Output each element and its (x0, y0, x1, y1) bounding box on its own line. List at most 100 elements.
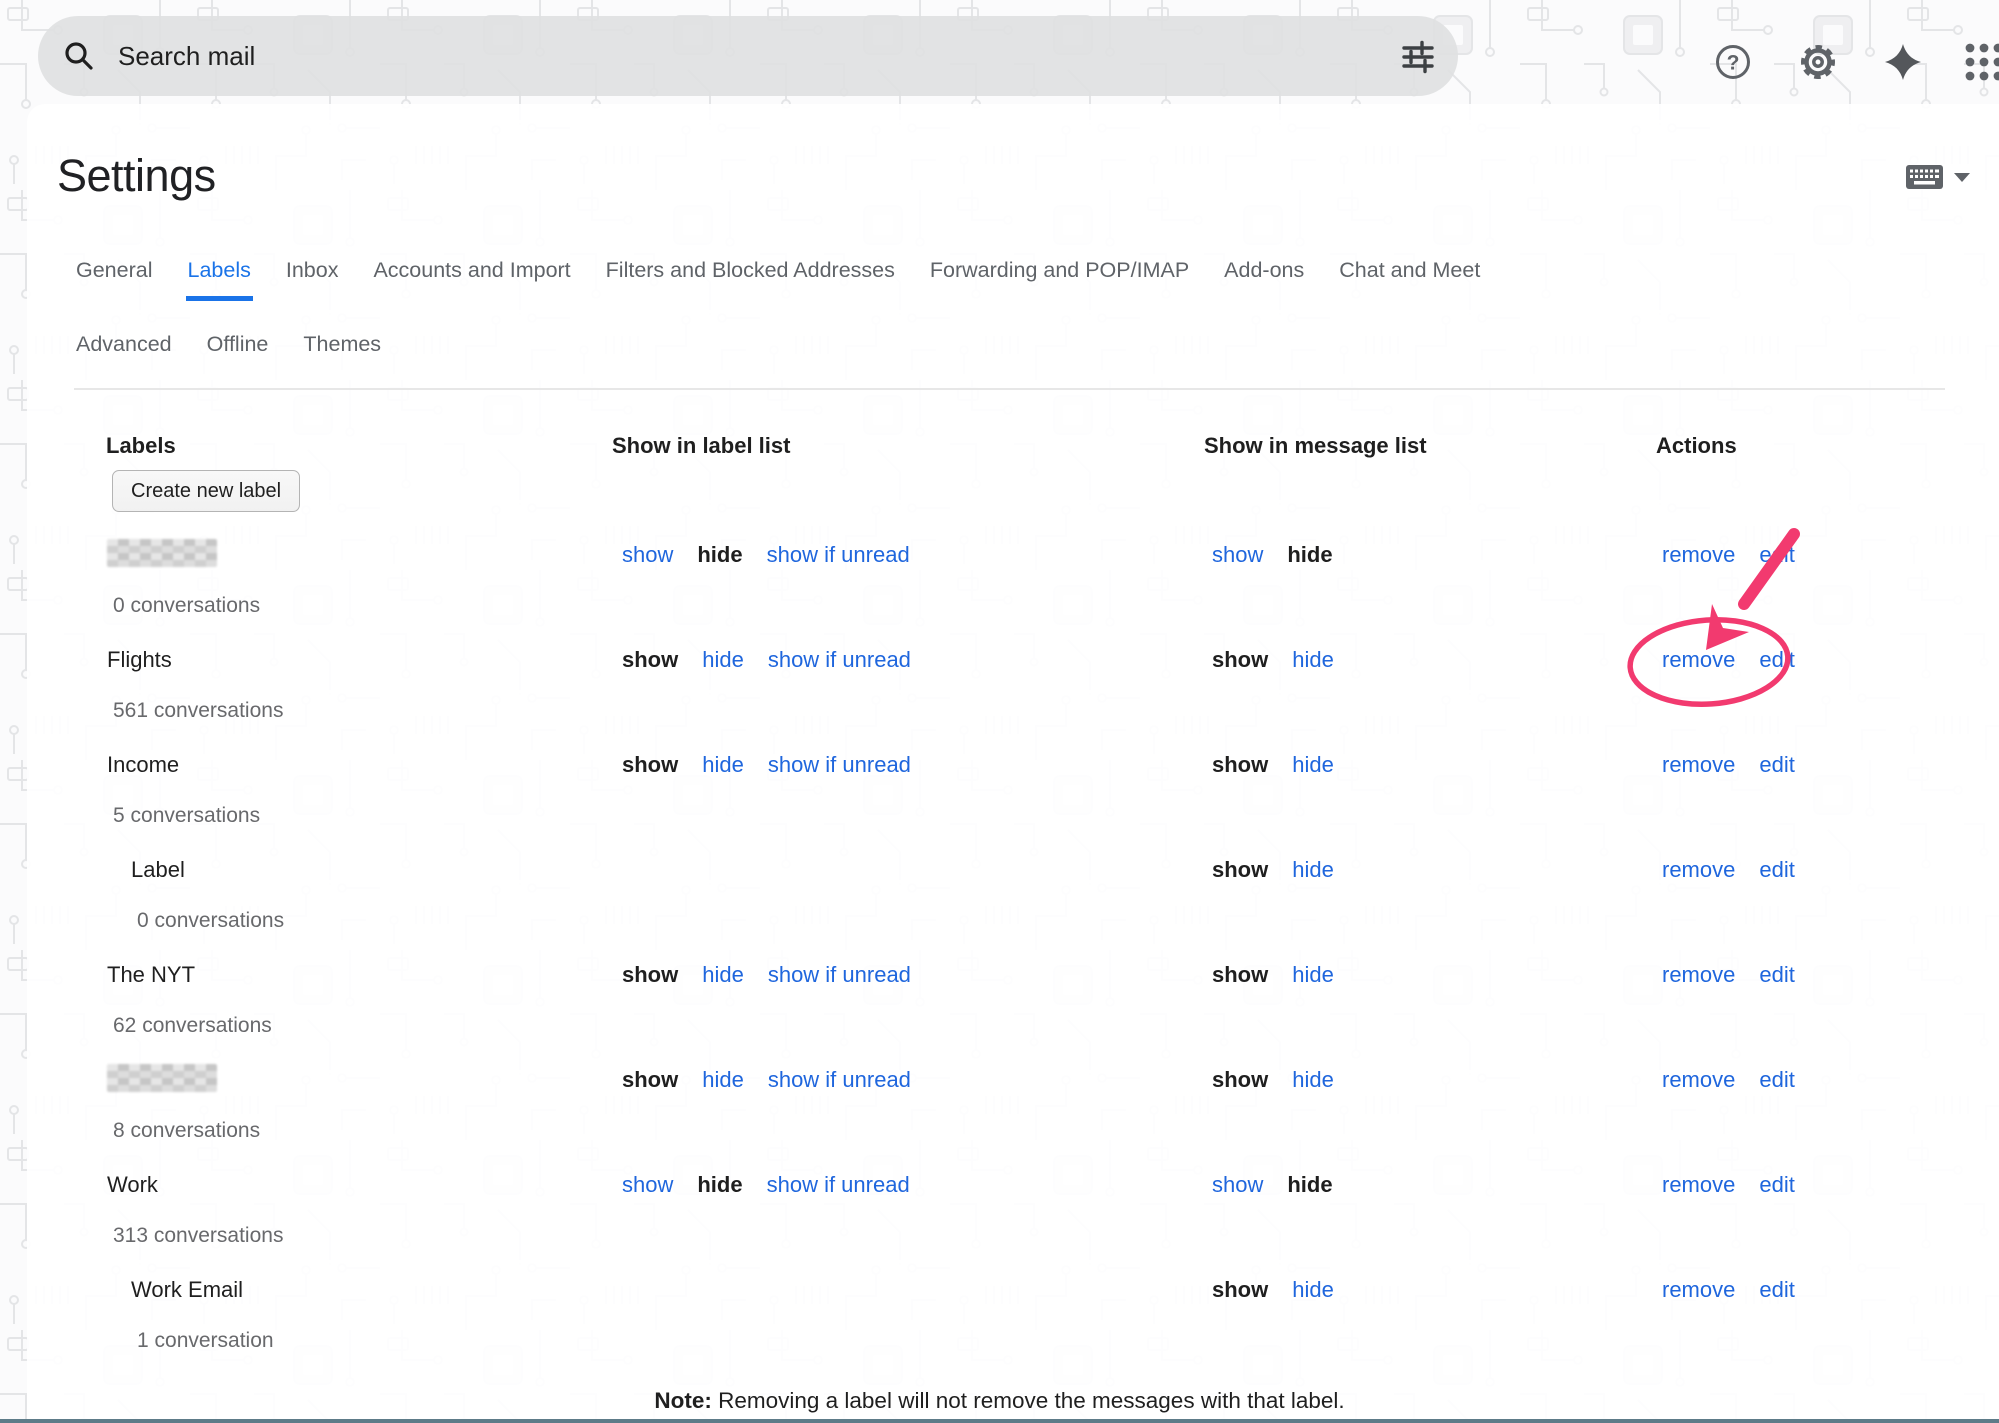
show-if-unread-link[interactable]: show if unread (768, 752, 911, 777)
label-name: The NYT (107, 961, 195, 989)
show-link[interactable]: show (1212, 962, 1268, 987)
label-row: Income 5 conversations showhideshow if u… (0, 738, 1999, 843)
apps-grid-icon[interactable] (1962, 40, 1999, 84)
show-link[interactable]: show (1212, 1277, 1268, 1302)
message-list-options: show hide (1212, 1276, 1334, 1304)
remove-link[interactable]: remove (1662, 542, 1735, 567)
tab-chat-and-meet[interactable]: Chat and Meet (1337, 256, 1482, 301)
settings-tabs-row-2: Advanced Offline Themes (74, 330, 383, 375)
show-if-unread-link[interactable]: show if unread (768, 1067, 911, 1092)
remove-link[interactable]: remove (1662, 1172, 1735, 1197)
conversation-count: 561 conversations (113, 699, 283, 723)
tab-add-ons[interactable]: Add-ons (1222, 256, 1306, 301)
create-new-label-button[interactable]: Create new label (112, 470, 300, 512)
label-list-options: show hide show if unread (622, 751, 911, 779)
actions: remove edit (1662, 646, 1795, 674)
remove-link-annotated[interactable]: remove (1662, 647, 1735, 672)
show-if-unread-link[interactable]: show if unread (768, 962, 911, 987)
show-link[interactable]: show (1212, 752, 1268, 777)
label-name: Income (107, 751, 179, 779)
remove-link[interactable]: remove (1662, 857, 1735, 882)
search-icon[interactable] (62, 39, 96, 73)
actions: remove edit (1662, 856, 1795, 884)
search-bar[interactable]: Search mail (38, 16, 1458, 96)
label-name: Work Email (131, 1276, 243, 1304)
svg-text:?: ? (1727, 52, 1740, 75)
label-row: Work 313 conversations showhideshow if u… (0, 1158, 1999, 1263)
keyboard-icon (1906, 165, 1943, 189)
hide-link[interactable]: hide (697, 1172, 742, 1197)
settings-gear-icon[interactable] (1796, 40, 1840, 84)
label-list-options: show hide show if unread (622, 646, 911, 674)
show-if-unread-link[interactable]: show if unread (767, 1172, 910, 1197)
hide-link[interactable]: hide (702, 1067, 744, 1092)
tune-icon[interactable] (1400, 38, 1436, 74)
remove-link[interactable]: remove (1662, 752, 1735, 777)
conversation-count: 1 conversation (137, 1329, 274, 1353)
label-list-options: show hide show if unread (622, 541, 910, 569)
show-link[interactable]: show (1212, 647, 1268, 672)
hide-link[interactable]: hide (1292, 752, 1334, 777)
tab-forwarding-and-pop-imap[interactable]: Forwarding and POP/IMAP (928, 256, 1191, 301)
conversation-count: 8 conversations (113, 1119, 260, 1143)
remove-link[interactable]: remove (1662, 1277, 1735, 1302)
label-row: The NYT 62 conversations showhideshow if… (0, 948, 1999, 1053)
show-if-unread-link[interactable]: show if unread (768, 647, 911, 672)
page-title: Settings (57, 150, 216, 202)
label-list-options: show hide show if unread (622, 961, 911, 989)
tab-inbox[interactable]: Inbox (284, 256, 341, 301)
redacted-label-name (107, 539, 217, 567)
gmail-settings-page: Search mail ? (0, 0, 1999, 1423)
hide-link[interactable]: hide (697, 542, 742, 567)
hide-link[interactable]: hide (1292, 857, 1334, 882)
hide-link[interactable]: hide (1292, 1277, 1334, 1302)
column-header-show-in-label-list: Show in label list (612, 432, 790, 460)
edit-link[interactable]: edit (1759, 647, 1794, 672)
tab-general[interactable]: General (74, 256, 155, 301)
message-list-options: show hide (1212, 646, 1334, 674)
tab-labels[interactable]: Labels (186, 256, 253, 301)
hide-link[interactable]: hide (1292, 962, 1334, 987)
edit-link[interactable]: edit (1759, 1067, 1794, 1092)
tabs-divider (74, 388, 1945, 390)
hide-link[interactable]: hide (1287, 1172, 1332, 1197)
tab-advanced[interactable]: Advanced (74, 330, 174, 375)
hide-link[interactable]: hide (702, 752, 744, 777)
show-link[interactable]: show (1212, 1172, 1263, 1197)
tab-offline[interactable]: Offline (205, 330, 271, 375)
show-link[interactable]: show (622, 647, 678, 672)
help-icon[interactable]: ? (1711, 40, 1755, 84)
show-link[interactable]: show (622, 1067, 678, 1092)
input-tools-control[interactable] (1906, 165, 1970, 189)
tab-accounts-and-import[interactable]: Accounts and Import (371, 256, 572, 301)
edit-link[interactable]: edit (1759, 857, 1794, 882)
edit-link[interactable]: edit (1759, 542, 1794, 567)
edit-link[interactable]: edit (1759, 1172, 1794, 1197)
show-link[interactable]: show (622, 962, 678, 987)
remove-link[interactable]: remove (1662, 1067, 1735, 1092)
hide-link[interactable]: hide (1292, 647, 1334, 672)
tab-filters-and-blocked-addresses[interactable]: Filters and Blocked Addresses (604, 256, 897, 301)
message-list-options: show hide (1212, 961, 1334, 989)
hide-link[interactable]: hide (702, 962, 744, 987)
column-header-labels: Labels (106, 432, 176, 460)
hide-link[interactable]: hide (702, 647, 744, 672)
show-link[interactable]: show (622, 752, 678, 777)
edit-link[interactable]: edit (1759, 962, 1794, 987)
message-list-options: show hide (1212, 1171, 1333, 1199)
show-link[interactable]: show (1212, 542, 1263, 567)
show-link[interactable]: show (622, 1172, 673, 1197)
show-if-unread-link[interactable]: show if unread (767, 542, 910, 567)
hide-link[interactable]: hide (1292, 1067, 1334, 1092)
hide-link[interactable]: hide (1287, 542, 1332, 567)
edit-link[interactable]: edit (1759, 752, 1794, 777)
show-link[interactable]: show (622, 542, 673, 567)
edit-link[interactable]: edit (1759, 1277, 1794, 1302)
sparkle-gemini-icon[interactable] (1881, 40, 1925, 84)
show-link[interactable]: show (1212, 857, 1268, 882)
tab-themes[interactable]: Themes (301, 330, 383, 375)
search-input[interactable]: Search mail (118, 41, 1400, 72)
remove-link[interactable]: remove (1662, 962, 1735, 987)
message-list-options: show hide (1212, 1066, 1334, 1094)
show-link[interactable]: show (1212, 1067, 1268, 1092)
